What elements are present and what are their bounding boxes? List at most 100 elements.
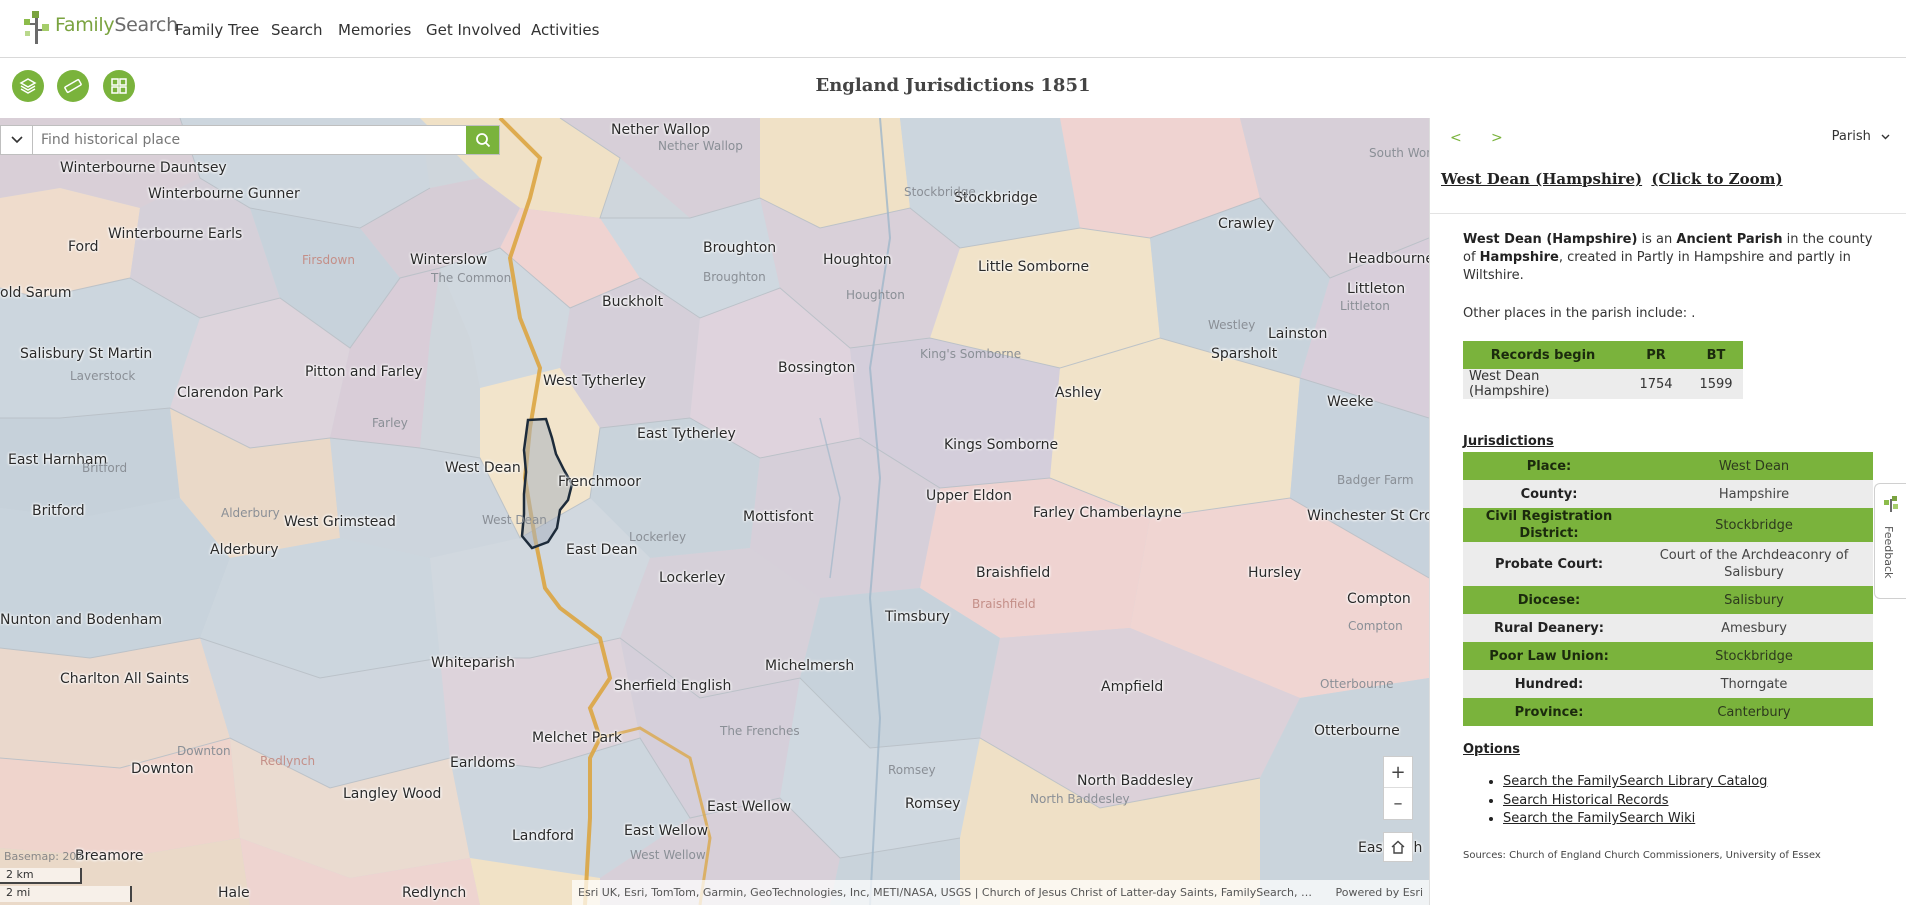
map-label: Buckholt xyxy=(602,294,664,310)
map-ghost-label: Firsdown xyxy=(302,253,355,267)
place-info-panel: < > Parish West Dean (Hampshire) (Click … xyxy=(1429,118,1906,905)
basemap-credit: Basemap: 202 xyxy=(4,850,84,863)
jurisdiction-value: Court of the Archdeaconry of Salisbury xyxy=(1635,542,1873,586)
option-wiki-link[interactable]: Search the FamilySearch Wiki xyxy=(1503,810,1767,829)
map-label: Winterslow xyxy=(410,252,488,268)
panel-divider xyxy=(1430,213,1906,214)
next-button[interactable]: > xyxy=(1491,130,1503,146)
feedback-tab[interactable]: Feedback xyxy=(1874,483,1906,599)
map-label: Langley Wood xyxy=(343,786,442,802)
table-row: Probate Court: Court of the Archdeaconry … xyxy=(1463,542,1873,586)
search-type-dropdown[interactable] xyxy=(1,126,33,154)
table-row: Hundred: Thorngate xyxy=(1463,670,1873,698)
map-label: Farley Chamberlayne xyxy=(1033,505,1182,521)
map-label: Pitton and Farley xyxy=(305,364,423,380)
map-label: Romsey xyxy=(905,796,961,812)
map-ghost-label: Broughton xyxy=(703,270,766,284)
map-ghost-label: Redlynch xyxy=(260,754,316,768)
map-label: Mottisfont xyxy=(743,509,814,525)
map-label: Melchet Park xyxy=(532,730,622,746)
map-label: East Tytherley xyxy=(637,426,736,442)
map-label: Kings Somborne xyxy=(944,437,1059,453)
map-title: England Jurisdictions 1851 xyxy=(815,75,1091,96)
map-label: Nunton and Bodenham xyxy=(0,612,163,628)
jurisdiction-key: Probate Court: xyxy=(1463,542,1635,586)
map-title-bar: England Jurisdictions 1851 xyxy=(0,58,1906,118)
map-label: Frenchmoor xyxy=(558,474,642,490)
zoom-in-button[interactable]: + xyxy=(1384,757,1412,788)
map-ghost-label: Nether Wallop xyxy=(658,139,743,153)
table-row: Place: West Dean xyxy=(1463,452,1873,480)
map-label: Ampfield xyxy=(1101,679,1164,695)
jurisdictions-table: Place: West Dean County: Hampshire Civil R… xyxy=(1463,452,1873,726)
options-list: Search the FamilySearch Library Catalog … xyxy=(1503,773,1767,829)
jurisdiction-key: Hundred: xyxy=(1463,670,1635,698)
search-button[interactable] xyxy=(466,126,499,154)
nav-family-tree[interactable]: Family Tree xyxy=(175,21,259,39)
place-search xyxy=(0,125,500,155)
map-label: Breamore xyxy=(75,848,144,864)
click-to-zoom-link[interactable]: (Click to Zoom) xyxy=(1651,170,1782,188)
map-attribution[interactable]: Esri UK, Esri, TomTom, Garmin, GeoTechno… xyxy=(572,880,1429,905)
previous-button[interactable]: < xyxy=(1450,130,1462,146)
zoom-control: + – xyxy=(1383,756,1413,820)
jurisdiction-value: Canterbury xyxy=(1635,698,1873,726)
zoom-out-button[interactable]: – xyxy=(1384,788,1412,819)
nav-search[interactable]: Search xyxy=(271,21,323,39)
records-header: Records begin xyxy=(1463,341,1623,369)
map-label: Headbourne xyxy=(1348,251,1429,267)
map-label: Compton xyxy=(1347,591,1411,607)
chevron-down-icon xyxy=(10,136,23,144)
nav-get-involved[interactable]: Get Involved xyxy=(426,21,521,39)
jurisdiction-value: Thorngate xyxy=(1635,670,1873,698)
map-label: Weeke xyxy=(1327,394,1374,410)
chevron-down-icon xyxy=(1881,134,1890,139)
map-ghost-label: Lockerley xyxy=(629,530,687,544)
nav-memories[interactable]: Memories xyxy=(338,21,411,39)
map-label: Lockerley xyxy=(659,570,726,586)
map-view[interactable]: Nether Wallop Winterbourne Dauntsey Wint… xyxy=(0,118,1429,905)
desc-text: is an xyxy=(1637,232,1677,247)
powered-by-esri[interactable]: Powered by Esri xyxy=(1335,886,1423,899)
map-ghost-label: Badger Farm xyxy=(1337,473,1414,487)
map-ghost-label: Farley xyxy=(372,416,408,430)
map-ghost-label: Compton xyxy=(1348,619,1403,633)
map-ghost-label: Romsey xyxy=(888,763,936,777)
scale-km: 2 km xyxy=(0,868,82,884)
option-historical-records-link[interactable]: Search Historical Records xyxy=(1503,792,1767,811)
nav-activities[interactable]: Activities xyxy=(531,21,599,39)
jurisdiction-value: Stockbridge xyxy=(1635,508,1873,542)
map-ghost-label: Laverstock xyxy=(70,369,136,383)
map-label: Charlton All Saints xyxy=(60,671,190,687)
map-ghost-label: West Dean xyxy=(482,513,547,527)
records-header: PR xyxy=(1623,341,1689,369)
map-label: Houghton xyxy=(823,252,892,268)
desc-county: Hampshire xyxy=(1479,250,1559,265)
map-label: Sparsholt xyxy=(1211,346,1278,362)
place-title-link[interactable]: West Dean (Hampshire) xyxy=(1441,170,1642,188)
map-label: Downton xyxy=(131,761,194,777)
map-label: Winterbourne Dauntsey xyxy=(60,160,227,176)
search-input[interactable] xyxy=(33,126,466,154)
familysearch-logo[interactable]: FamilySearch xyxy=(22,7,178,47)
home-icon xyxy=(1391,840,1405,854)
records-table: Records begin PR BT West Dean (Hampshire… xyxy=(1463,341,1743,399)
map-label: Ford xyxy=(68,239,99,255)
desc-type: Ancient Parish xyxy=(1676,232,1783,247)
other-places-text: Other places in the parish include: . xyxy=(1463,306,1696,321)
map-label: Hursley xyxy=(1248,565,1302,581)
map-label: Salisbury St Martin xyxy=(20,346,153,362)
map-label: Hale xyxy=(218,885,250,901)
map-label: Broughton xyxy=(703,240,777,256)
jurisdiction-key: Diocese: xyxy=(1463,586,1635,614)
map-ghost-label: Stockbridge xyxy=(904,185,976,199)
option-library-catalog-link[interactable]: Search the FamilySearch Library Catalog xyxy=(1503,773,1767,792)
map-label: Winterbourne Gunner xyxy=(148,186,300,202)
jurisdiction-level-select[interactable]: Parish xyxy=(1832,129,1890,144)
map-ghost-label: North Baddesley xyxy=(1030,792,1130,806)
jurisdiction-key: County: xyxy=(1463,480,1635,508)
map-label: East Dean xyxy=(566,542,638,558)
default-extent-button[interactable] xyxy=(1383,832,1413,862)
map-label: Sherfield English xyxy=(614,678,732,694)
records-cell: West Dean (Hampshire) xyxy=(1463,369,1623,399)
